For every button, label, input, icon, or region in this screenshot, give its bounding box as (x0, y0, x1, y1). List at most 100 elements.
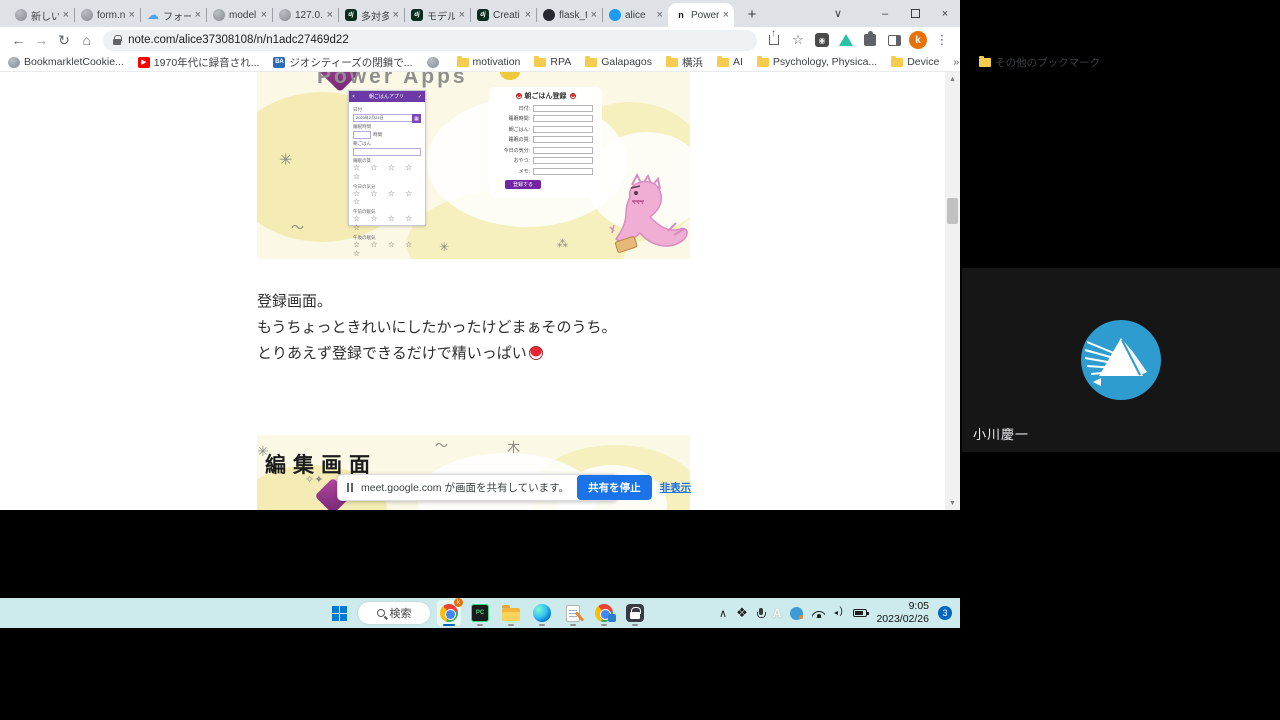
extensions-button[interactable] (859, 29, 881, 51)
tab-close-icon[interactable]: × (261, 10, 267, 21)
bookmark-item[interactable]: ▶ 1970年代に録音され... (138, 55, 260, 70)
notification-count-badge[interactable]: 3 (938, 606, 952, 620)
taskbar-chrome-button[interactable]: k (437, 600, 461, 626)
bookmark-folder[interactable]: Device (891, 56, 939, 68)
tab-search-chevron-icon[interactable]: ∨ (818, 0, 858, 27)
edge-icon (533, 604, 551, 622)
hide-sharing-bar-link[interactable]: 非表示 (660, 480, 692, 495)
form-field-input (533, 157, 593, 164)
tab-twitter-alice[interactable]: alice × (602, 3, 668, 27)
profile-button[interactable]: k (907, 29, 929, 51)
tampermonkey-extension-button[interactable]: ◉ (811, 29, 833, 51)
bookmark-label: AI (733, 56, 743, 68)
taskbar-notepad-button[interactable] (561, 600, 585, 626)
home-button[interactable]: ⌂ (75, 29, 98, 52)
bookmark-item[interactable]: BookmarkletCookie... (8, 56, 124, 68)
form-field-input (533, 147, 593, 154)
wifi-icon[interactable] (812, 608, 825, 618)
bookmark-item[interactable]: BA ジオシティーズの閉鎖で... (273, 55, 412, 70)
tab-localhost[interactable]: 127.0. × (272, 3, 338, 27)
bookmark-folder[interactable]: motivation (457, 56, 521, 68)
maximize-icon (911, 9, 920, 18)
nimbus-extension-button[interactable] (835, 29, 857, 51)
bookmark-folder[interactable]: 横浜 (666, 55, 703, 70)
browser-menu-button[interactable]: ⋮ (931, 29, 953, 51)
side-panel-icon (888, 35, 901, 46)
bookmark-star-button[interactable]: ☆ (787, 29, 809, 51)
tab-close-icon[interactable]: × (63, 10, 69, 21)
minimize-button[interactable]: – (870, 0, 900, 27)
tab-close-icon[interactable]: × (129, 10, 135, 21)
dropbox-icon[interactable]: ❖ (736, 605, 748, 621)
tray-chevron-icon[interactable]: ∧ (719, 607, 727, 620)
taskbar-clock[interactable]: 9:05 2023/02/26 (876, 600, 929, 626)
address-bar[interactable]: note.com/alice37308108/n/n1adc27469d22 (103, 30, 757, 51)
taskbar-chrome2-button[interactable] (592, 600, 616, 626)
rice-bowl-icon (516, 93, 522, 99)
close-window-button[interactable]: × (930, 0, 960, 27)
tab-django-m2m[interactable]: dj 多対多 × (338, 3, 404, 27)
taskbar-search[interactable]: 検索 (358, 602, 430, 624)
scrollbar-thumb[interactable] (947, 198, 958, 224)
chrome-icon (440, 604, 458, 622)
tab-close-icon[interactable]: × (459, 10, 465, 21)
other-bookmarks-button[interactable]: その他のブックマーク (979, 55, 1100, 70)
bookmark-folder[interactable]: Psychology, Physica... (757, 56, 877, 68)
form-field-label: おやつ: (495, 157, 533, 164)
form-row: おやつ: (495, 157, 596, 164)
tab-new[interactable]: 新しい × (8, 3, 74, 27)
taskbar-explorer-button[interactable] (499, 600, 523, 626)
bookmark-item[interactable] (427, 57, 443, 68)
bookmark-folder[interactable]: Galapagos (585, 56, 652, 68)
tab-close-icon[interactable]: × (195, 10, 201, 21)
bookmark-label: ジオシティーズの閉鎖で... (289, 55, 412, 70)
folder-icon (666, 58, 678, 67)
tab-model[interactable]: model × (206, 3, 272, 27)
side-panel-button[interactable] (883, 29, 905, 51)
reload-button[interactable]: ↻ (53, 29, 76, 52)
tab-close-icon[interactable]: × (723, 10, 729, 21)
new-tab-button[interactable]: + (740, 2, 764, 26)
battery-icon[interactable] (853, 609, 867, 617)
tab-django-model[interactable]: dj モデル × (404, 3, 470, 27)
scroll-up-icon[interactable]: ▲ (945, 72, 960, 86)
windows-logo-icon (332, 606, 347, 621)
pink-dinosaur-illustration (602, 167, 690, 259)
clock-date: 2023/02/26 (876, 613, 929, 626)
bookmark-folder[interactable]: AI (717, 56, 743, 68)
ime-indicator[interactable]: A (773, 606, 782, 620)
taskbar-edge-button[interactable] (530, 600, 554, 626)
tab-form[interactable]: form.n × (74, 3, 140, 27)
tab-note-power-active[interactable]: n Power × (668, 3, 734, 27)
bookmarks-overflow-button[interactable]: » (953, 56, 959, 68)
calendar-icon: ▦ (412, 114, 421, 123)
taskbar-pycharm-button[interactable]: PC (468, 600, 492, 626)
page-scrollbar[interactable]: ▲ ▼ (945, 72, 960, 510)
bookmark-folder[interactable]: RPA (534, 56, 571, 68)
doodle-squiggle: ～ (291, 217, 304, 236)
scroll-down-icon[interactable]: ▼ (945, 496, 960, 510)
forward-button[interactable]: → (30, 29, 53, 52)
start-button[interactable] (327, 600, 351, 626)
tab-close-icon[interactable]: × (393, 10, 399, 21)
tab-label: 多対多 (361, 8, 389, 23)
bookmark-label: Psychology, Physica... (773, 56, 877, 68)
blue-overlay-badge (608, 614, 616, 622)
form-row: メモ: (495, 168, 596, 175)
tab-close-icon[interactable]: × (525, 10, 531, 21)
taskbar-lockapp-button[interactable] (623, 600, 647, 626)
youtube-favicon-icon: ▶ (138, 57, 150, 68)
tab-forum[interactable]: ☁ フォーラ × (140, 3, 206, 27)
bird-tray-icon[interactable] (790, 607, 803, 620)
maximize-button[interactable] (900, 0, 930, 27)
tab-github-flask[interactable]: flask_t × (536, 3, 602, 27)
tab-close-icon[interactable]: × (657, 10, 663, 21)
tab-close-icon[interactable]: × (327, 10, 333, 21)
share-button[interactable] (763, 29, 785, 51)
microphone-icon[interactable] (757, 608, 764, 618)
back-button[interactable]: ← (7, 29, 30, 52)
tab-close-icon[interactable]: × (591, 10, 597, 21)
stop-sharing-button[interactable]: 共有を停止 (577, 475, 652, 500)
tab-django-creating[interactable]: dj Creati × (470, 3, 536, 27)
speaker-icon[interactable] (834, 608, 844, 618)
